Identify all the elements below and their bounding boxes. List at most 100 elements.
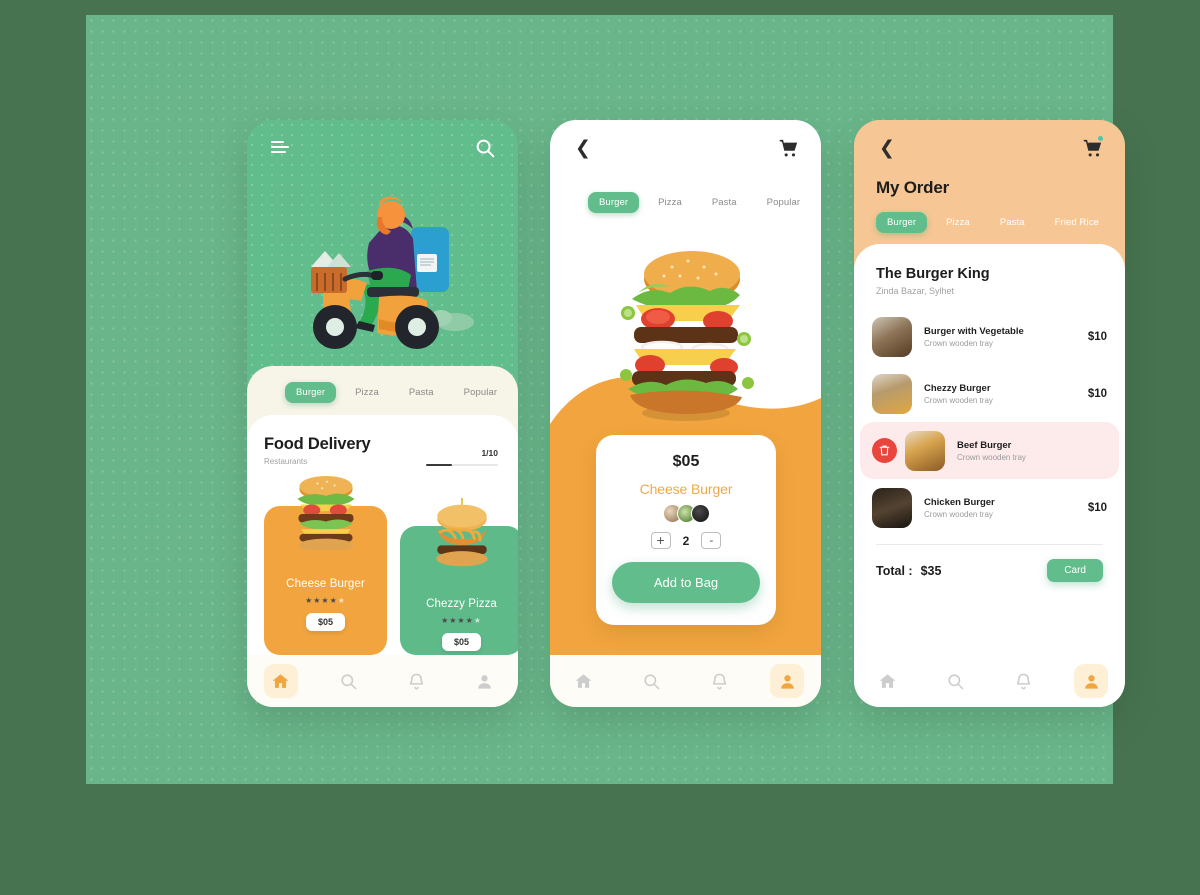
- chezzy-pizza-image: [435, 498, 488, 567]
- screen1-bottom-nav: [247, 655, 518, 707]
- nav-profile[interactable]: [1074, 664, 1109, 698]
- nav-search[interactable]: [939, 664, 973, 698]
- food-card-price[interactable]: $05: [305, 613, 346, 631]
- phone-screen-my-order: ❮ My Order Burger Pizza Pasta Fried Rice…: [854, 120, 1125, 707]
- phone-screen-home: Burger Pizza Pasta Popular Food Delivery…: [247, 120, 518, 707]
- screen3-category-tabs: Burger Pizza Pasta Fried Rice: [876, 212, 1110, 233]
- order-item-name: Burger with Vegetable: [924, 325, 1024, 337]
- page-subtitle: Restaurants: [264, 457, 308, 466]
- screen3-topbar: ❮: [854, 120, 1125, 176]
- order-total-row: Total : $35 Card: [854, 545, 1125, 582]
- nav-search[interactable]: [635, 664, 669, 698]
- order-item-info: Chezzy Burger Crown wooden tray: [924, 383, 1088, 405]
- phone-screen-product-detail: ❮ Burger Pizza Pasta Popular $05 Cheese …: [550, 120, 821, 707]
- food-card-list: Cheese Burger ★★★★★ $05 Chezzy Pizza ★★★…: [264, 476, 518, 655]
- product-detail-card: $05 Cheese Burger + 2 - Add to Bag: [596, 435, 776, 625]
- total-value: $35: [920, 563, 942, 578]
- nav-profile[interactable]: [467, 664, 501, 698]
- screen1-topbar: [247, 120, 518, 176]
- tab-burger[interactable]: Burger: [285, 382, 337, 403]
- order-item-info: Beef Burger Crown wooden tray: [957, 440, 1101, 462]
- pager: 1/10: [426, 448, 498, 466]
- pager-progress-bar[interactable]: [426, 464, 498, 466]
- stacked-burger-photo: [619, 251, 754, 421]
- food-card-name: Cheese Burger: [286, 578, 365, 590]
- cart-badge: [1097, 135, 1104, 142]
- order-row[interactable]: Burger with Vegetable Crown wooden tray …: [854, 308, 1125, 365]
- tab-pasta[interactable]: Pasta: [701, 192, 748, 213]
- order-item-desc: Crown wooden tray: [957, 452, 1026, 462]
- tab-pizza[interactable]: Pizza: [344, 382, 390, 403]
- cheese-burger-image: [297, 476, 354, 550]
- food-card-chezzy-pizza[interactable]: Chezzy Pizza ★★★★★ $05: [400, 498, 518, 655]
- tab-burger[interactable]: Burger: [876, 212, 928, 233]
- screen2-bottom-nav: [550, 655, 821, 707]
- nav-notifications[interactable]: [1006, 664, 1040, 698]
- hero-section: [247, 120, 518, 390]
- hamburger-menu-icon[interactable]: [269, 137, 291, 159]
- order-item-price: $10: [1087, 330, 1107, 343]
- order-row[interactable]: Chezzy Burger Crown wooden tray $10: [854, 365, 1125, 422]
- screen2-topbar: ❮: [550, 120, 821, 176]
- order-item-list: Burger with Vegetable Crown wooden tray …: [854, 308, 1125, 536]
- add-to-bag-button[interactable]: Add to Bag: [612, 562, 760, 603]
- food-card-cheese-burger[interactable]: Cheese Burger ★★★★★ $05: [264, 476, 387, 655]
- nav-home[interactable]: [263, 664, 298, 698]
- chevron-left-icon[interactable]: ❮: [876, 137, 898, 159]
- food-card-name: Chezzy Pizza: [426, 598, 497, 610]
- total-label: Total :: [876, 563, 913, 578]
- chevron-left-icon[interactable]: ❮: [572, 137, 594, 159]
- quantity-increase-button[interactable]: +: [650, 532, 671, 549]
- product-price: $05: [672, 453, 700, 470]
- trash-icon[interactable]: [872, 438, 897, 463]
- pay-card-button[interactable]: Card: [1047, 559, 1103, 582]
- shopping-cart-icon[interactable]: [777, 137, 799, 159]
- food-card-price[interactable]: $05: [441, 633, 482, 651]
- restaurant-name: The Burger King: [876, 266, 990, 282]
- rating-stars: ★★★★★: [441, 616, 482, 625]
- tab-pasta[interactable]: Pasta: [989, 212, 1036, 233]
- order-item-price: $10: [1087, 501, 1107, 514]
- page-title: My Order: [876, 178, 950, 197]
- quantity-stepper: + 2 -: [596, 532, 776, 549]
- order-item-info: Chicken Burger Crown wooden tray: [924, 497, 1088, 519]
- order-item-thumb: [872, 373, 912, 414]
- page-title: Food Delivery: [264, 435, 371, 453]
- restaurant-address: Zinda Bazar, Sylhet: [876, 286, 955, 296]
- order-item-desc: Crown wooden tray: [924, 509, 993, 519]
- rating-stars: ★★★★★: [305, 596, 346, 605]
- quantity-decrease-button[interactable]: -: [701, 532, 722, 549]
- order-row[interactable]: Chicken Burger Crown wooden tray $10: [854, 479, 1125, 536]
- tab-pizza[interactable]: Pizza: [935, 212, 981, 233]
- tab-fried-rice[interactable]: Fried Rice: [1044, 212, 1110, 233]
- order-item-name: Chezzy Burger: [924, 382, 991, 394]
- order-row-swiped[interactable]: Beef Burger Crown wooden tray: [860, 422, 1119, 479]
- nav-home[interactable]: [567, 664, 601, 698]
- nav-home[interactable]: [871, 664, 905, 698]
- nav-notifications[interactable]: [399, 664, 433, 698]
- nav-profile[interactable]: [770, 664, 805, 698]
- order-item-thumb: [905, 430, 945, 471]
- tab-burger[interactable]: Burger: [588, 192, 640, 213]
- ingredient-avatar-group: [596, 504, 776, 523]
- order-item-desc: Crown wooden tray: [924, 338, 993, 348]
- search-icon[interactable]: [474, 137, 496, 159]
- order-item-info: Burger with Vegetable Crown wooden tray: [924, 326, 1088, 348]
- order-item-thumb: [872, 316, 912, 357]
- nav-notifications[interactable]: [702, 664, 736, 698]
- quantity-value: 2: [682, 533, 690, 548]
- order-item-price: $10: [1087, 387, 1107, 400]
- design-canvas: Burger Pizza Pasta Popular Food Delivery…: [86, 15, 1125, 784]
- tab-pasta[interactable]: Pasta: [398, 382, 445, 403]
- scooter-delivery-illustration: [311, 196, 474, 349]
- nav-search[interactable]: [332, 664, 366, 698]
- order-item-name: Chicken Burger: [924, 496, 995, 508]
- order-item-desc: Crown wooden tray: [924, 395, 993, 405]
- tab-popular[interactable]: Popular: [756, 192, 811, 213]
- shopping-cart-icon[interactable]: [1081, 135, 1104, 159]
- tab-pizza[interactable]: Pizza: [647, 192, 693, 213]
- order-sheet: The Burger King Zinda Bazar, Sylhet Burg…: [854, 244, 1125, 707]
- screen2-category-tabs: Burger Pizza Pasta Popular: [588, 192, 811, 213]
- tab-popular[interactable]: Popular: [453, 382, 508, 403]
- screen1-category-tabs: Burger Pizza Pasta Popular: [285, 382, 508, 403]
